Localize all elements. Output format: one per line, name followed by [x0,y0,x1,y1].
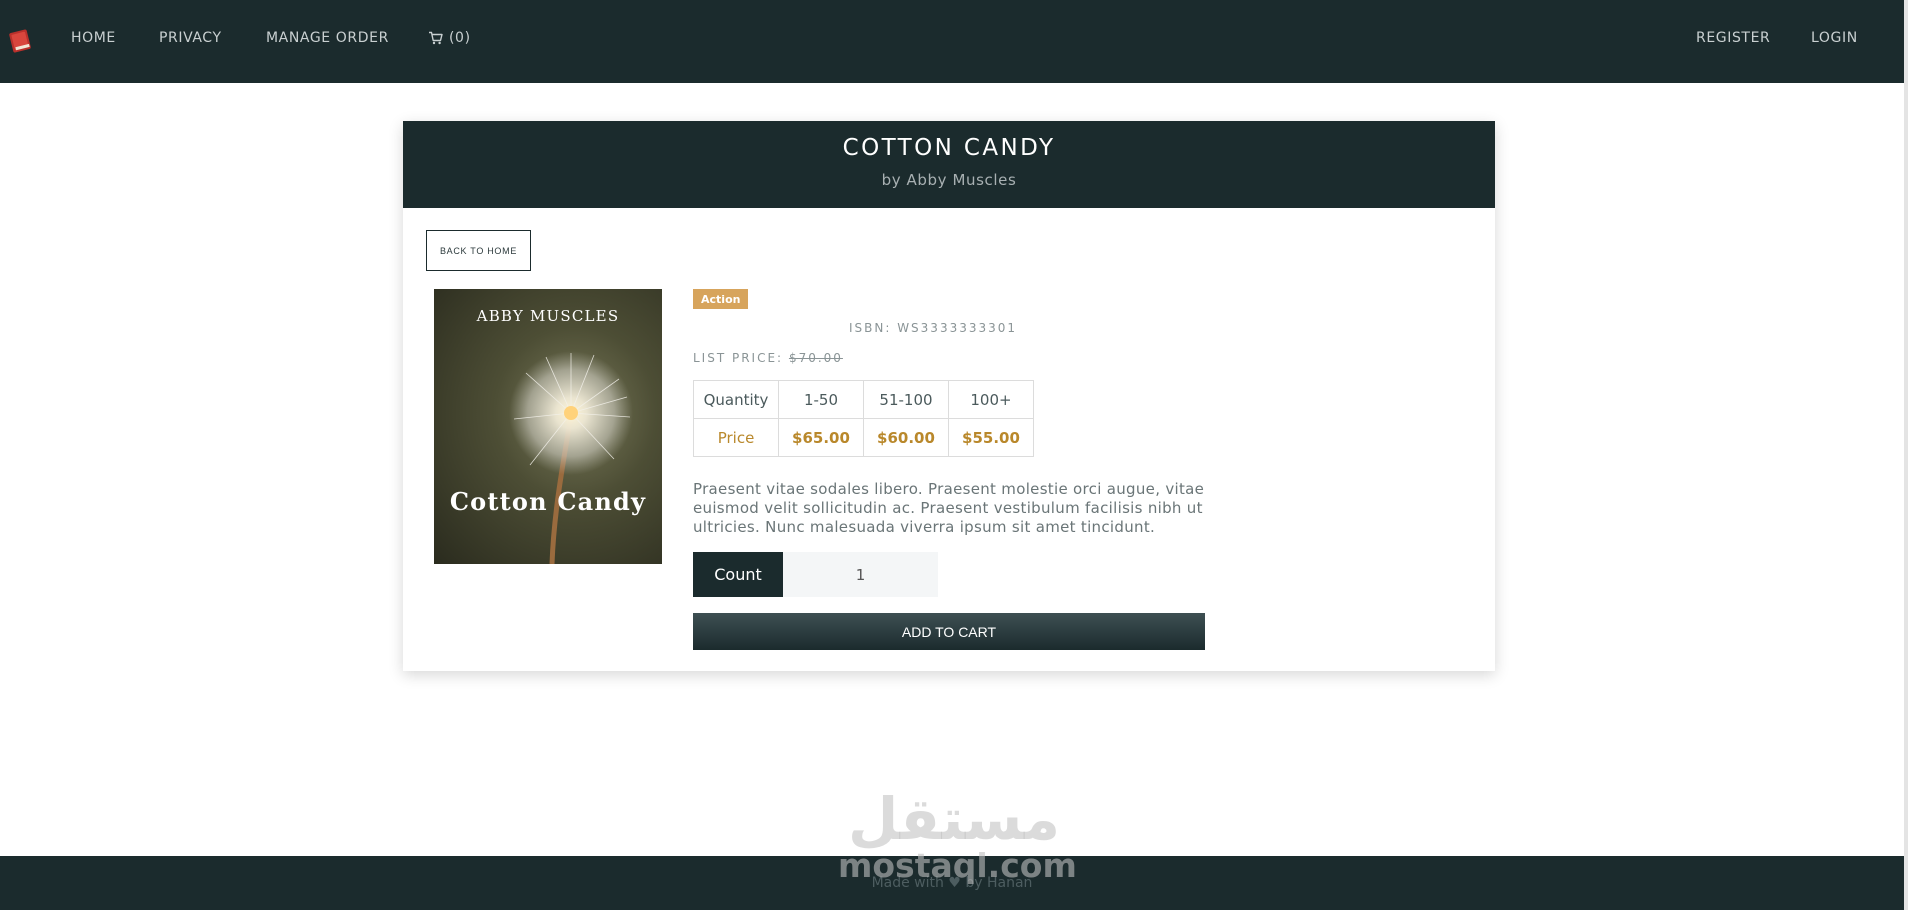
cart-icon [429,31,443,45]
price-table-header-row: Quantity 1-50 51-100 100+ [693,380,1034,419]
list-price-value: $70.00 [788,351,843,365]
nav-home-link[interactable]: HOME [71,30,116,46]
price-table: Quantity 1-50 51-100 100+ Price $65.00 $… [693,380,1034,457]
list-price: LIST PRICE: $70.00 [693,351,843,365]
count-input-group: Count [693,552,938,597]
book-logo-icon[interactable] [8,27,34,55]
category-badge: Action [693,289,749,309]
product-description: Praesent vitae sodales libero. Praesent … [693,480,1205,536]
count-input[interactable] [783,552,938,597]
dandelion-illustration [509,351,633,564]
nav-register-link[interactable]: REGISTER [1696,30,1770,46]
table-cell: 1-50 [778,380,864,419]
page-footer: Made with ♥ by Hanan [0,856,1904,910]
table-cell: $60.00 [863,418,949,457]
price-table-price-row: Price $65.00 $60.00 $55.00 [693,418,1034,457]
product-title: COTTON CANDY [842,135,1056,161]
nav-login-link[interactable]: LOGIN [1811,30,1858,46]
book-cover-image: ABBY MUSCLES Cotton Candy [434,289,662,564]
product-header: COTTON CANDY by Abby Muscles [403,121,1495,208]
table-cell: Price [693,418,779,457]
cover-author: ABBY MUSCLES [476,307,620,325]
watermark-arabic: مستقل [847,785,1061,853]
footer-text: Made with ♥ by Hanan [871,875,1033,891]
table-cell: 51-100 [863,380,949,419]
cover-title: Cotton Candy [449,487,647,516]
nav-manage-order-link[interactable]: MANAGE ORDER [266,30,389,46]
list-price-label: LIST PRICE: [693,351,784,365]
nav-cart-link[interactable]: (0) [428,30,471,46]
add-to-cart-button[interactable]: ADD TO CART [693,613,1205,650]
back-to-home-button[interactable]: BACK TO HOME [426,230,531,271]
page-scrollbar[interactable] [1904,0,1908,910]
table-cell: $65.00 [778,418,864,457]
table-cell: Quantity [693,380,779,419]
top-navbar: HOME PRIVACY MANAGE ORDER (0) REGISTER L… [0,0,1904,83]
product-author: by Abby Muscles [881,171,1017,189]
nav-privacy-link[interactable]: PRIVACY [159,30,222,46]
isbn-text: ISBN: WS3333333301 [848,321,1018,335]
count-label: Count [693,552,783,597]
cart-count: (0) [449,30,471,46]
table-cell: 100+ [948,380,1034,419]
product-card: COTTON CANDY by Abby Muscles BACK TO HOM… [403,121,1495,671]
table-cell: $55.00 [948,418,1034,457]
